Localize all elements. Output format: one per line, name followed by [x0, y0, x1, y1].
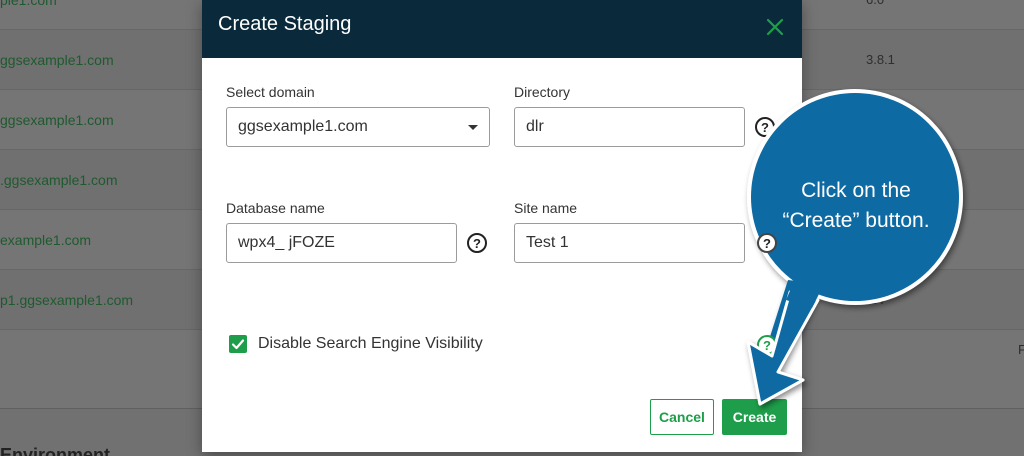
page: ple1.com 6.0 ggsexample1.com 3.8.1 ggsex… — [0, 0, 1024, 456]
version-value: 6.0 — [866, 0, 884, 30]
site-name-input[interactable] — [514, 223, 745, 263]
directory-input[interactable] — [514, 107, 745, 147]
checkmark-icon — [231, 339, 245, 350]
version-value: .24 — [866, 292, 885, 307]
domain-link[interactable]: p1.ggsexample1.com — [0, 270, 133, 330]
section-title: Environment — [0, 445, 111, 456]
help-icon[interactable]: ? — [467, 233, 487, 253]
site-name-label: Site name — [514, 200, 578, 216]
directory-label: Directory — [514, 84, 571, 100]
database-name-input[interactable] — [226, 223, 457, 263]
dialog-title: Create Staging — [218, 13, 352, 35]
caret-down-icon — [468, 124, 478, 130]
create-button[interactable]: Create — [722, 399, 787, 435]
select-domain-dropdown[interactable]: ggsexample1.com — [226, 107, 490, 147]
close-icon — [766, 18, 784, 36]
domain-link[interactable]: ggsexample1.com — [0, 90, 114, 150]
database-name-label: Database name — [226, 200, 325, 216]
help-icon[interactable]: ? — [757, 233, 777, 253]
cancel-button[interactable]: Cancel — [650, 399, 714, 435]
search-visibility-label: Disable Search Engine Visibility — [258, 335, 483, 352]
domain-link[interactable]: ple1.com — [0, 0, 57, 30]
search-visibility-option[interactable]: Disable Search Engine Visibility — [229, 335, 483, 353]
search-visibility-checkbox[interactable] — [229, 335, 247, 353]
help-icon[interactable]: ? — [757, 335, 777, 355]
create-staging-dialog: Create Staging Select domain ggsexample1… — [202, 0, 802, 452]
close-button[interactable] — [760, 12, 790, 42]
domain-link[interactable]: example1.com — [0, 210, 91, 270]
select-domain-value: ggsexample1.com — [238, 118, 368, 135]
version-value: 3.8.1 — [866, 52, 895, 67]
domain-link[interactable]: .ggsexample1.com — [0, 150, 118, 210]
dialog-header: Create Staging — [202, 0, 802, 58]
help-icon[interactable]: ? — [755, 117, 775, 137]
domain-link[interactable]: ggsexample1.com — [0, 30, 114, 90]
truncated-text: F — [1018, 342, 1024, 357]
select-domain-label: Select domain — [226, 84, 315, 100]
